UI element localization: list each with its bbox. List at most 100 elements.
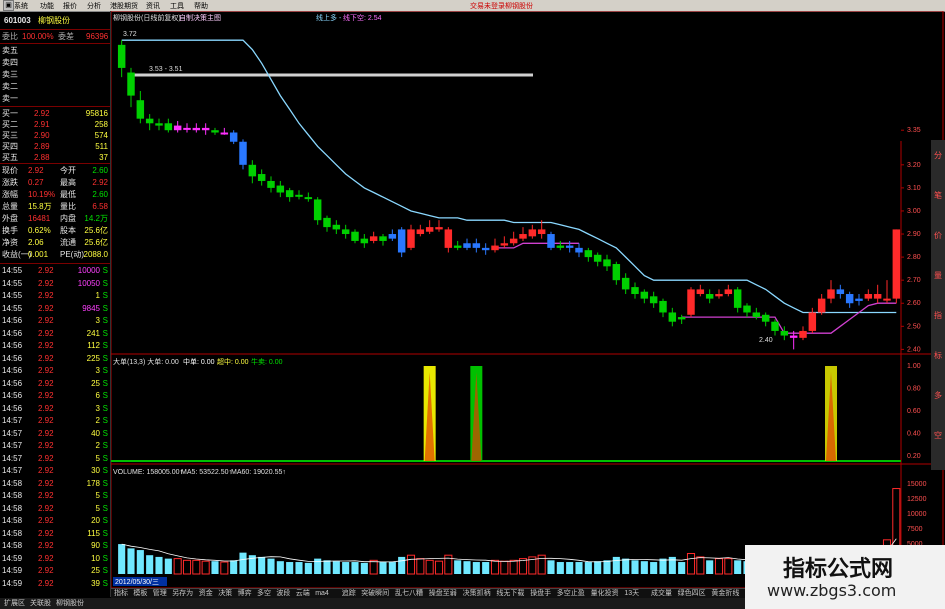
sub1-y-label: 0.60 xyxy=(907,408,921,415)
tick-price: 2.92 xyxy=(38,566,54,575)
menu-function[interactable]: 功能 xyxy=(40,1,54,11)
strip-button[interactable]: 多 xyxy=(932,390,944,401)
bid-volume: 258 xyxy=(94,120,108,129)
candle-body xyxy=(593,254,602,262)
tick-price: 2.92 xyxy=(38,491,54,500)
bid-price: 2.88 xyxy=(34,153,50,162)
volume-bar xyxy=(286,562,294,574)
candle-body xyxy=(621,277,630,290)
candle-body xyxy=(472,243,481,248)
candle-body xyxy=(164,123,173,131)
stat-label-2: 最低 xyxy=(60,190,76,199)
tick-side: S xyxy=(102,516,108,525)
bid-row[interactable]: 买四 2.89 511 xyxy=(0,141,110,152)
main-chart-indicator: 自制决策主图 xyxy=(179,13,221,22)
ask-row[interactable]: 卖一 xyxy=(0,93,110,104)
y-tick-label: 3.00 xyxy=(907,208,921,215)
strip-button[interactable]: 标 xyxy=(932,350,944,361)
candle-body xyxy=(827,289,835,299)
ask-row[interactable]: 卖二 xyxy=(0,81,110,92)
menu-analysis[interactable]: 分析 xyxy=(87,1,101,11)
candle-body xyxy=(817,298,826,313)
candle-body xyxy=(332,224,341,230)
menu-system[interactable]: 系统 xyxy=(14,1,28,11)
volume-bar xyxy=(118,544,126,574)
chart-area[interactable]: 柳钢股份(日线前复权) 自制决策主图 线上多 - 线下空: 2.54 3.72 3.53 … xyxy=(110,10,945,597)
bid-row[interactable]: 买二 2.91 258 xyxy=(0,119,110,130)
tick-price: 2.92 xyxy=(38,366,54,375)
volume-bar xyxy=(127,548,135,574)
candle-body xyxy=(715,294,723,297)
strip-button[interactable]: 笔 xyxy=(932,190,944,201)
tick-row: 14:56 2.92 3 S xyxy=(0,403,110,414)
volume-bar xyxy=(360,562,368,574)
trade-status[interactable]: 交易未登录 xyxy=(470,1,505,11)
sub1-y-label: 1.00 xyxy=(907,363,921,370)
candle-body xyxy=(145,118,154,124)
tick-volume: 5 xyxy=(95,453,100,463)
tick-side: S xyxy=(102,541,108,550)
ask-row[interactable]: 卖五 xyxy=(0,45,110,56)
candle-body xyxy=(463,243,471,248)
volume-bar xyxy=(192,559,201,575)
candle-body xyxy=(864,294,873,299)
volume-bar xyxy=(547,560,555,574)
y-tick-label: 2.50 xyxy=(907,323,921,330)
bid-row[interactable]: 买一 2.92 95816 xyxy=(0,108,110,119)
status-extend[interactable]: 扩展区 xyxy=(4,598,25,609)
bid-price: 2.89 xyxy=(34,142,50,151)
candle-body xyxy=(677,317,686,320)
app-icon[interactable]: ▣ xyxy=(3,0,14,11)
tick-row: 14:57 2.92 30 S xyxy=(0,465,110,476)
candle-body xyxy=(239,141,247,165)
tick-time: 14:59 xyxy=(2,566,23,575)
strip-button[interactable]: 分 xyxy=(932,150,944,161)
tick-volume: 40 xyxy=(91,428,100,438)
tick-price: 2.92 xyxy=(38,453,54,463)
menu-info[interactable]: 资讯 xyxy=(146,1,160,11)
volume-bar xyxy=(566,562,574,574)
volume-bar xyxy=(482,562,490,574)
tick-row: 14:57 2.92 2 S xyxy=(0,440,110,451)
tick-side: S xyxy=(102,366,108,375)
stat-value-2: 2.60 xyxy=(92,166,108,175)
tick-price: 2.92 xyxy=(38,278,54,288)
stat-label: 现价 xyxy=(2,166,18,175)
ask-row[interactable]: 卖四 xyxy=(0,57,110,68)
strip-button[interactable]: 空 xyxy=(932,430,944,441)
menu-tools[interactable]: 工具 xyxy=(170,1,184,11)
tick-volume: 10 xyxy=(91,553,100,563)
status-stock: 柳钢股份 xyxy=(56,600,84,607)
strip-button[interactable]: 量 xyxy=(932,270,944,281)
tick-time: 14:58 xyxy=(2,541,23,550)
volume-bar xyxy=(406,554,416,575)
tick-volume: 3 xyxy=(95,403,100,413)
bid-row[interactable]: 买五 2.88 37 xyxy=(0,152,110,163)
volume-bar xyxy=(434,560,444,575)
strip-button[interactable]: 价 xyxy=(932,230,944,241)
candle-body xyxy=(743,305,751,313)
candle-body xyxy=(276,185,285,193)
menu-help[interactable]: 帮助 xyxy=(194,1,208,11)
status-related[interactable]: 关联股 xyxy=(30,598,51,609)
chart-svg[interactable]: 柳钢股份(日线前复权)自制决策主图 线上多 - 线下空: 2.54 3.72 3.53 … xyxy=(110,10,945,589)
menu-hk-futures[interactable]: 港股期货 xyxy=(110,1,138,11)
strip-button[interactable]: 指 xyxy=(932,310,944,321)
ask-row[interactable]: 卖三 xyxy=(0,69,110,80)
volume-bar xyxy=(594,561,602,574)
tick-price: 2.92 xyxy=(38,578,54,588)
candle-body xyxy=(509,238,518,244)
tick-volume: 9845 xyxy=(82,303,100,313)
candle-body xyxy=(649,296,658,304)
candle-body xyxy=(136,100,145,119)
y-tick-label: 2.60 xyxy=(907,300,921,307)
volume-bar xyxy=(332,561,340,574)
bid-volume: 37 xyxy=(99,153,108,162)
bid-price: 2.90 xyxy=(34,131,50,140)
bid-row[interactable]: 买三 2.90 574 xyxy=(0,130,110,141)
tick-side: S xyxy=(102,341,108,350)
menu-quote[interactable]: 报价 xyxy=(63,1,77,11)
bid-price: 2.92 xyxy=(34,109,50,118)
candle-body xyxy=(369,236,378,241)
sub1-y-label: 0.40 xyxy=(907,431,921,438)
